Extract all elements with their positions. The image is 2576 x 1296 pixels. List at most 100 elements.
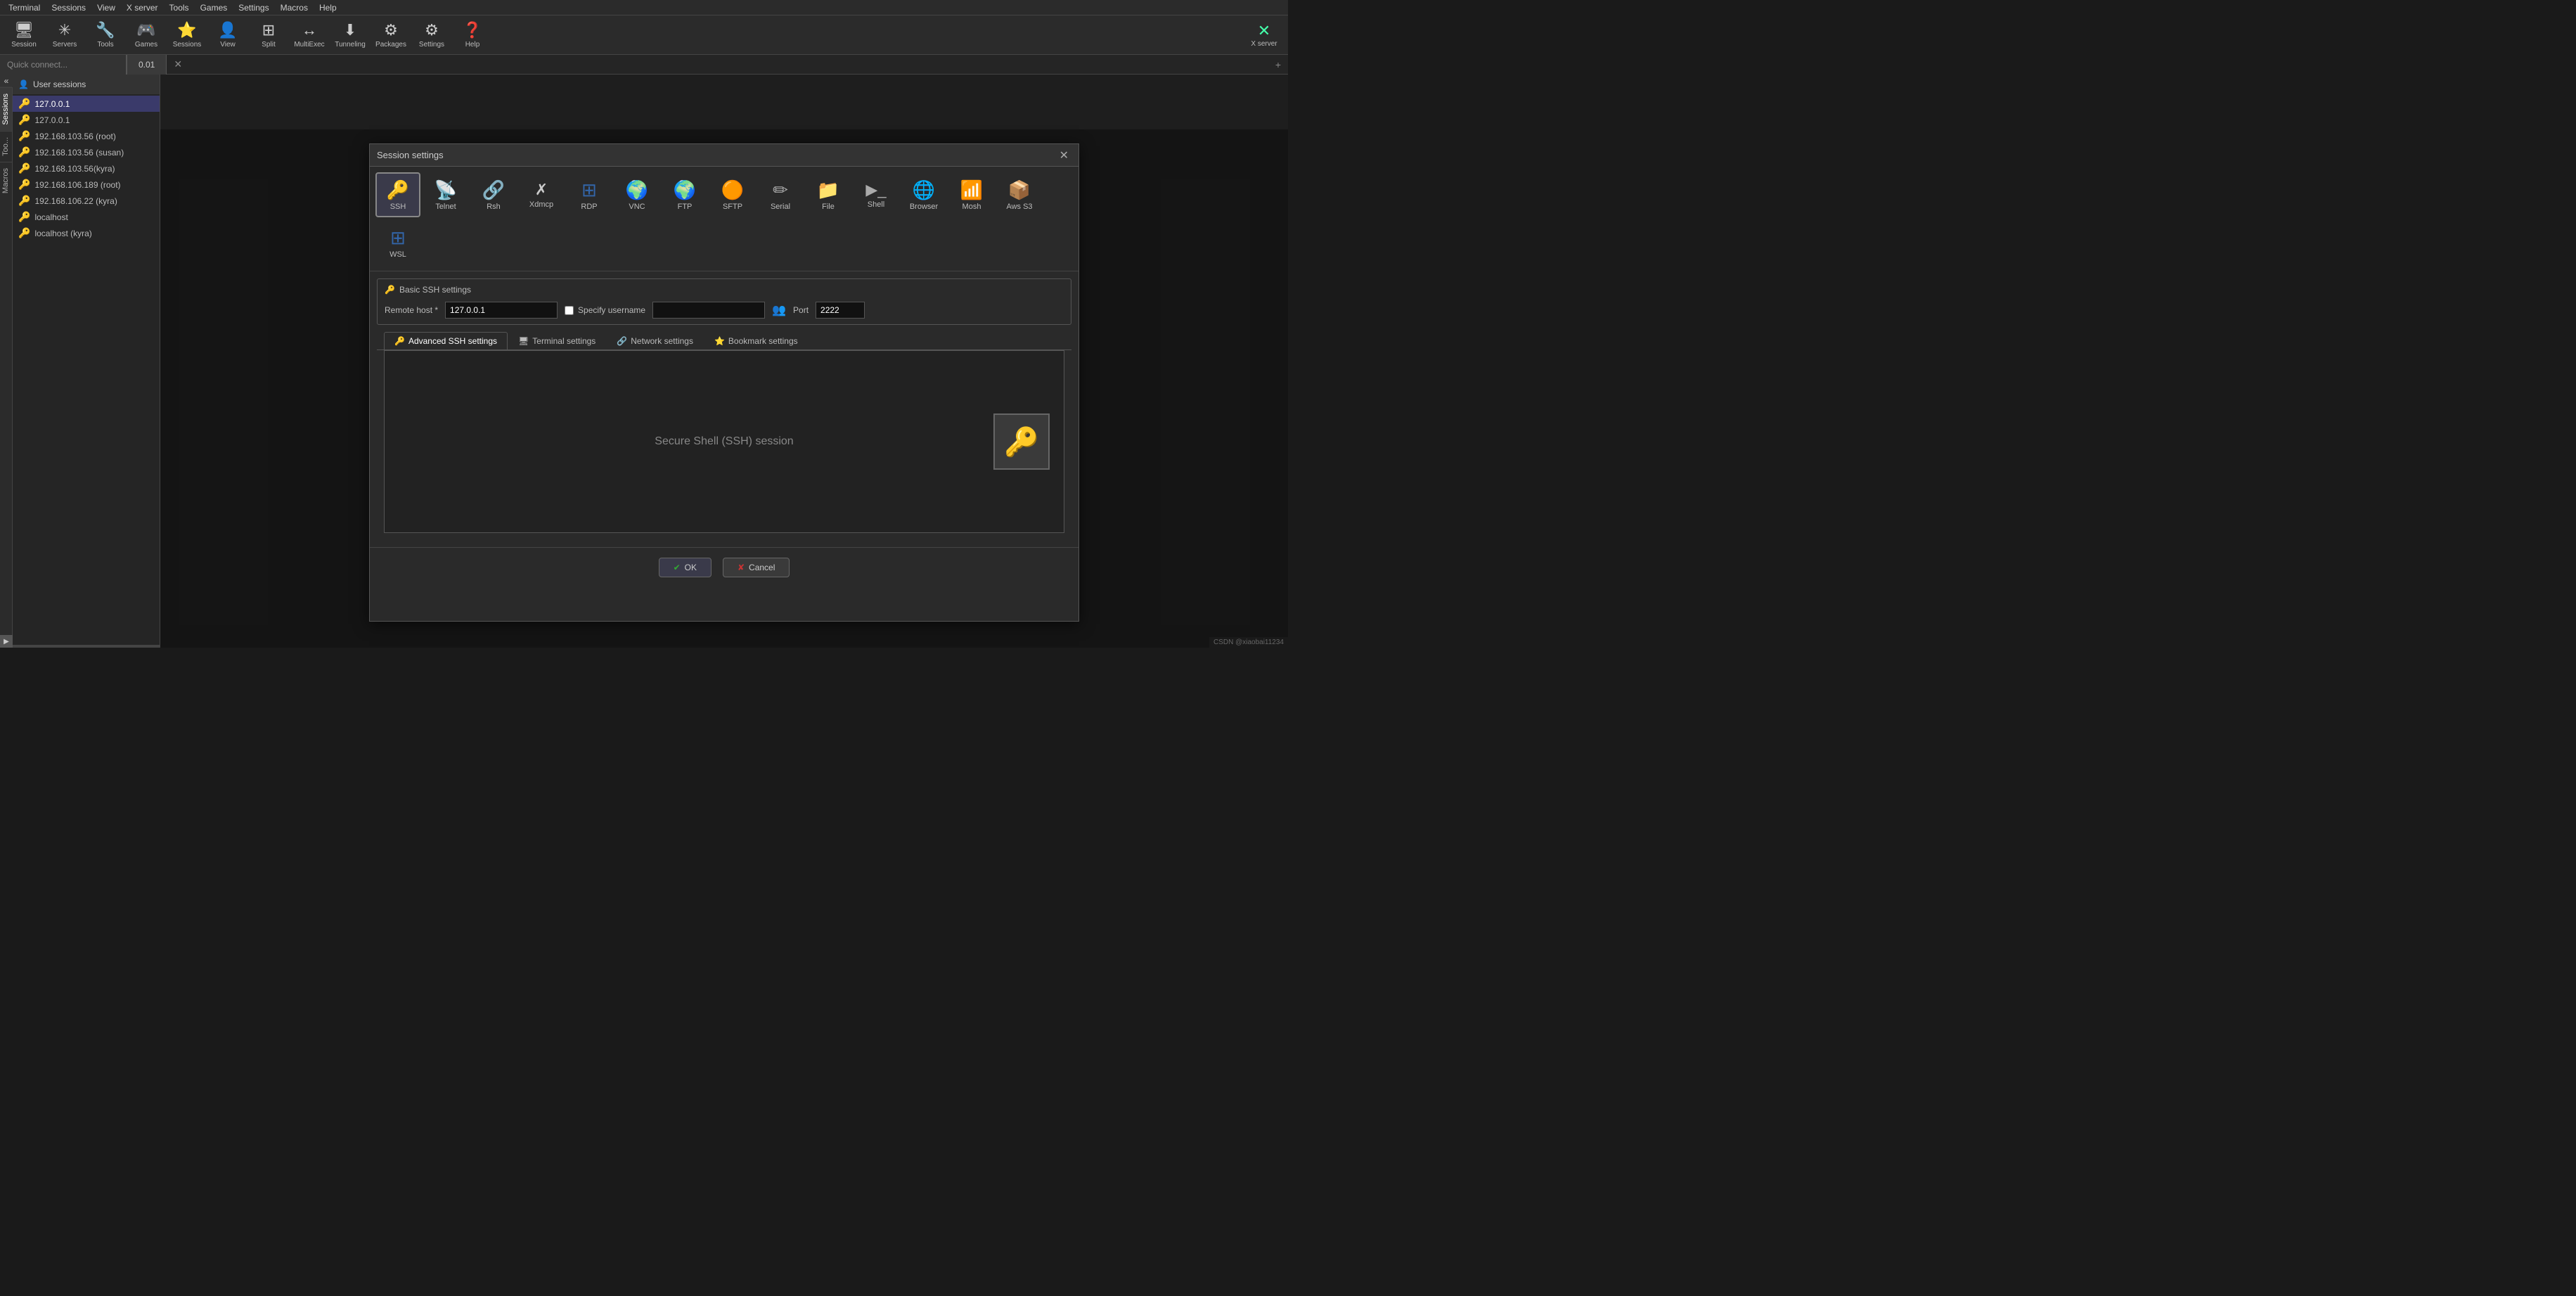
- toolbar-settings-label: Settings: [419, 41, 444, 49]
- shell-proto-icon: ▶_: [865, 181, 886, 199]
- proto-tab-awss3[interactable]: 📦 Aws S3: [997, 172, 1042, 217]
- menu-terminal[interactable]: Terminal: [3, 1, 46, 14]
- sub-tab-terminal[interactable]: 🖥 Terminal settings: [508, 332, 606, 349]
- toolbar-split[interactable]: ⊞ Split: [249, 18, 288, 52]
- sftp-proto-icon: 🟠: [721, 179, 744, 201]
- session-item-0[interactable]: 🔑 127.0.0.1: [13, 96, 160, 112]
- username-input[interactable]: [652, 302, 765, 319]
- session-label-8: localhost (kyra): [34, 229, 91, 238]
- session-item-2[interactable]: 🔑 192.168.103.56 (root): [13, 128, 160, 144]
- menu-help[interactable]: Help: [314, 1, 342, 14]
- toolbar-view[interactable]: 👤 View: [208, 18, 247, 52]
- ok-button[interactable]: ✔ OK: [659, 558, 711, 577]
- session-icon: 🖥: [14, 21, 34, 39]
- session-label-7: localhost: [34, 212, 67, 222]
- proto-tab-ftp[interactable]: 🌍 FTP: [662, 172, 707, 217]
- port-input[interactable]: [816, 302, 865, 319]
- basic-ssh-icon: 🔑: [385, 285, 395, 295]
- specify-username-checkbox[interactable]: [565, 306, 574, 315]
- menu-tools[interactable]: Tools: [164, 1, 195, 14]
- key-icon-0: 🔑: [18, 98, 30, 110]
- toolbar-tunneling[interactable]: ⬇ Tunneling: [330, 18, 370, 52]
- menu-settings[interactable]: Settings: [233, 1, 274, 14]
- proto-tab-vnc[interactable]: 🌍 VNC: [614, 172, 659, 217]
- ok-label: OK: [685, 563, 697, 572]
- xdmcp-proto-icon: ✗: [535, 181, 548, 199]
- session-item-6[interactable]: 🔑 192.168.106.22 (kyra): [13, 193, 160, 209]
- sub-tab-network[interactable]: 🔗 Network settings: [606, 332, 704, 349]
- tab-bar: Quick connect... 0.01 ✕ +: [0, 55, 1288, 75]
- menu-view[interactable]: View: [91, 1, 121, 14]
- session-item-1[interactable]: 🔑 127.0.0.1: [13, 112, 160, 128]
- toolbar-sessions-label: Sessions: [173, 41, 202, 49]
- menu-macros[interactable]: Macros: [275, 1, 314, 14]
- toolbar-tunneling-label: Tunneling: [335, 41, 366, 49]
- sub-tab-advanced-ssh[interactable]: 🔑 Advanced SSH settings: [384, 332, 508, 349]
- proto-tab-ssh-label: SSH: [390, 203, 406, 211]
- cancel-x-icon: ✘: [738, 563, 745, 572]
- dialog-close-btn[interactable]: ✕: [1057, 148, 1071, 162]
- dialog-title: Session settings: [377, 150, 444, 160]
- toolbar-multiexec[interactable]: ↔ MultiExec: [290, 18, 329, 52]
- proto-tab-xdmcp[interactable]: ✗ Xdmcp: [519, 172, 564, 217]
- right-content: Session settings ✕ 🔑 SSH 📡 Telnet 🔗: [160, 75, 1288, 648]
- terminal-settings-icon: 🖥: [518, 336, 529, 346]
- proto-tab-browser[interactable]: 🌐 Browser: [901, 172, 946, 217]
- proto-tab-file[interactable]: 📁 File: [806, 172, 851, 217]
- sidebar-tab-tools[interactable]: Too...: [0, 131, 12, 162]
- toolbar-servers[interactable]: ✳ Servers: [45, 18, 84, 52]
- vertical-sidebar: « Sessions Too... Macros ▶: [0, 75, 13, 648]
- proto-tab-rdp[interactable]: ⊞ RDP: [567, 172, 612, 217]
- session-item-5[interactable]: 🔑 192.168.106.189 (root): [13, 177, 160, 193]
- proto-tab-rsh[interactable]: 🔗 Rsh: [471, 172, 516, 217]
- rdp-proto-icon: ⊞: [581, 179, 597, 201]
- session-item-4[interactable]: 🔑 192.168.103.56(kyra): [13, 160, 160, 177]
- session-item-3[interactable]: 🔑 192.168.103.56 (susan): [13, 144, 160, 160]
- sub-tab-bookmark-label: Bookmark settings: [728, 336, 798, 346]
- proto-tab-mosh[interactable]: 📶 Mosh: [949, 172, 994, 217]
- toolbar-xserver[interactable]: ✕ X server: [1244, 18, 1284, 52]
- settings-icon: ⚙: [425, 21, 439, 39]
- sidebar-tab-macros[interactable]: Macros: [0, 162, 12, 199]
- toolbar-session-label: Session: [11, 41, 37, 49]
- proto-tab-xdmcp-label: Xdmcp: [529, 200, 553, 209]
- session-label-4: 192.168.103.56(kyra): [34, 164, 115, 174]
- sidebar-collapse-btn[interactable]: «: [0, 75, 13, 87]
- toolbar-games[interactable]: 🎮 Games: [127, 18, 166, 52]
- session-item-7[interactable]: 🔑 localhost: [13, 209, 160, 225]
- quick-connect-input[interactable]: Quick connect...: [0, 55, 127, 75]
- proto-tab-serial[interactable]: ✏ Serial: [758, 172, 803, 217]
- active-tab[interactable]: 0.01: [127, 55, 167, 75]
- toolbar-sessions[interactable]: ⭐ Sessions: [167, 18, 207, 52]
- session-label-3: 192.168.103.56 (susan): [34, 148, 124, 158]
- vnc-proto-icon: 🌍: [626, 179, 648, 201]
- toolbar-packages[interactable]: ⚙ Packages: [371, 18, 411, 52]
- close-tab-btn[interactable]: ✕: [167, 55, 189, 75]
- port-label: Port: [793, 305, 809, 315]
- toolbar-tools[interactable]: 🔧 Tools: [86, 18, 125, 52]
- toolbar-settings[interactable]: ⚙ Settings: [412, 18, 451, 52]
- proto-tab-telnet[interactable]: 📡 Telnet: [423, 172, 468, 217]
- menu-sessions[interactable]: Sessions: [46, 1, 91, 14]
- proto-tab-sftp[interactable]: 🟠 SFTP: [710, 172, 755, 217]
- sidebar-tab-sessions[interactable]: Sessions: [0, 87, 12, 131]
- user-browse-icon[interactable]: 👥: [772, 303, 786, 317]
- proto-tab-ssh[interactable]: 🔑 SSH: [375, 172, 420, 217]
- toolbar-help[interactable]: ❓ Help: [453, 18, 492, 52]
- proto-tab-wsl[interactable]: ⊞ WSL: [375, 220, 420, 265]
- basic-ssh-title: Basic SSH settings: [399, 285, 471, 295]
- proto-tab-shell[interactable]: ▶_ Shell: [854, 172, 899, 217]
- toolbar-help-label: Help: [465, 41, 480, 49]
- menu-games[interactable]: Games: [195, 1, 233, 14]
- browser-proto-icon: 🌐: [913, 179, 935, 201]
- toolbar-session[interactable]: 🖥 Session: [4, 18, 44, 52]
- new-tab-btn[interactable]: +: [1268, 55, 1288, 75]
- menu-xserver[interactable]: X server: [121, 1, 164, 14]
- remote-host-input[interactable]: [445, 302, 558, 319]
- sidebar-send-btn[interactable]: ▶: [0, 635, 13, 648]
- telnet-proto-icon: 📡: [434, 179, 457, 201]
- cancel-button[interactable]: ✘ Cancel: [723, 558, 790, 577]
- session-panel-resize[interactable]: [13, 645, 160, 648]
- sub-tab-bookmark[interactable]: ⭐ Bookmark settings: [704, 332, 809, 349]
- session-item-8[interactable]: 🔑 localhost (kyra): [13, 225, 160, 241]
